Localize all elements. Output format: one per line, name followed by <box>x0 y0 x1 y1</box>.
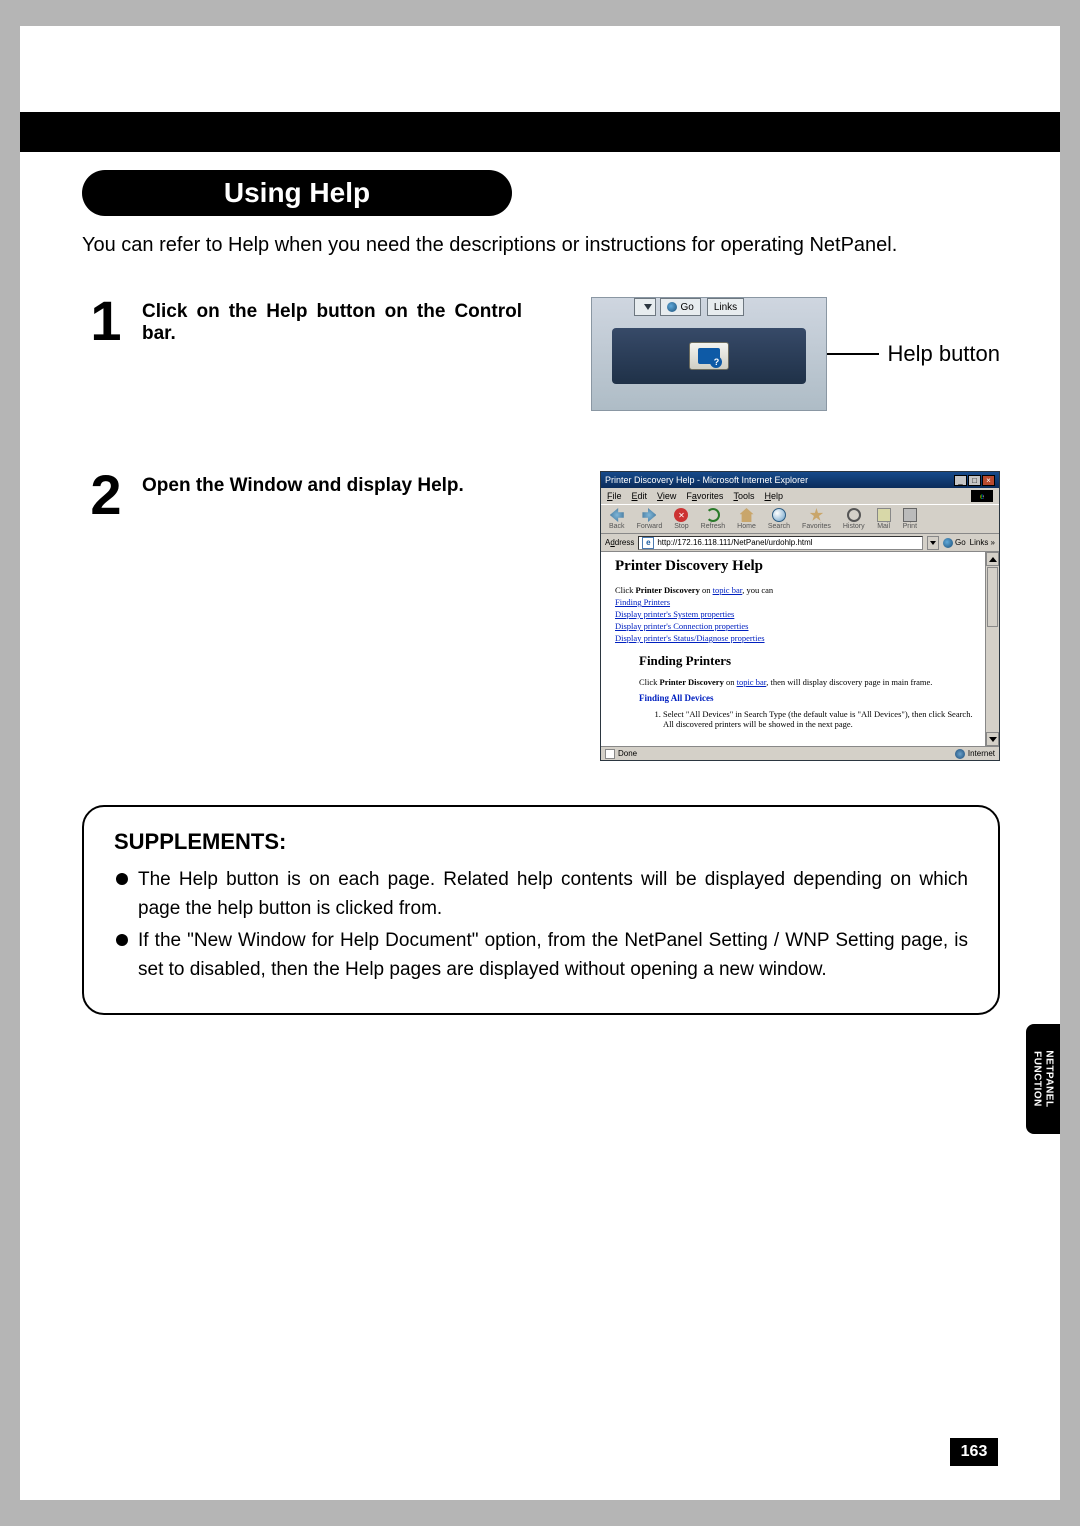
side-tab-line2: FUNCTION <box>1032 1051 1043 1107</box>
search-button[interactable]: Search <box>768 508 790 530</box>
supplements-item: The Help button is on each page. Related… <box>114 865 968 924</box>
history-icon <box>847 508 861 522</box>
stop-button[interactable]: Stop <box>674 508 688 530</box>
window-titlebar: Printer Discovery Help - Microsoft Inter… <box>601 472 999 488</box>
maximize-icon[interactable]: □ <box>968 475 981 486</box>
favorites-button[interactable]: Favorites <box>802 508 831 530</box>
favorites-icon <box>809 508 823 522</box>
menu-file[interactable]: File <box>607 491 622 501</box>
back-icon <box>610 508 624 522</box>
internet-icon <box>955 749 965 759</box>
page-content: Using Help You can refer to Help when yo… <box>82 170 1000 1015</box>
side-tab-line1: NETPANEL <box>1044 1050 1055 1107</box>
callout-label: Help button <box>887 341 1000 367</box>
window-title: Printer Discovery Help - Microsoft Inter… <box>605 475 808 485</box>
go-button[interactable]: Go <box>660 298 700 316</box>
step-2-text: Open the Window and display Help. <box>142 471 502 497</box>
stop-icon <box>674 508 688 522</box>
refresh-icon <box>706 508 720 522</box>
history-button[interactable]: History <box>843 508 865 530</box>
step-2-number: 2 <box>82 471 130 519</box>
menu-tools[interactable]: Tools <box>733 491 754 501</box>
step-1-figure: Go Links Help button <box>591 297 1000 411</box>
address-bar: Address http://172.16.118.111/NetPanel/u… <box>601 534 999 552</box>
help-button[interactable] <box>689 342 729 370</box>
callout-leader <box>827 353 879 355</box>
links-button[interactable]: Links <box>707 298 744 316</box>
supplements-list: The Help button is on each page. Related… <box>114 865 968 985</box>
help-title: Printer Discovery Help <box>615 558 979 575</box>
step-2-figure: Printer Discovery Help - Microsoft Inter… <box>600 471 1000 761</box>
print-button[interactable]: Print <box>903 508 917 530</box>
status-text: Done <box>618 749 637 758</box>
print-icon <box>903 508 917 522</box>
page-number-text: 163 <box>961 1443 988 1461</box>
screenshot-help-window: Printer Discovery Help - Microsoft Inter… <box>600 471 1000 761</box>
home-icon <box>740 508 754 522</box>
menu-view[interactable]: View <box>657 491 676 501</box>
scrollbar[interactable] <box>985 552 999 746</box>
help-link-finding[interactable]: Finding Printers <box>615 597 670 607</box>
refresh-button[interactable]: Refresh <box>701 508 726 530</box>
help-link-system[interactable]: Display printer's System properties <box>615 609 734 619</box>
section-heading: Using Help <box>82 170 512 216</box>
section-heading-text: Using Help <box>224 177 370 209</box>
supplements-box: SUPPLEMENTS: The Help button is on each … <box>82 805 1000 1015</box>
done-icon <box>605 749 615 759</box>
help-para: Click Printer Discovery on topic bar, th… <box>639 677 979 687</box>
search-icon <box>772 508 786 522</box>
address-dropdown-icon[interactable] <box>634 298 656 316</box>
address-label: Address <box>605 538 634 547</box>
help-find-all[interactable]: Finding All Devices <box>639 693 979 703</box>
step-1-text: Click on the Help button on the Control … <box>142 297 522 345</box>
help-subheading: Finding Printers <box>639 653 979 669</box>
mail-icon <box>877 508 891 522</box>
scroll-thumb[interactable] <box>987 567 998 627</box>
toolbar: Back Forward Stop Refresh Home Search Fa… <box>601 504 999 534</box>
help-icon <box>698 348 720 364</box>
menu-edit[interactable]: Edit <box>632 491 648 501</box>
minimize-icon[interactable]: _ <box>954 475 967 486</box>
zone-text: Internet <box>968 749 995 758</box>
side-tab: NETPANEL FUNCTION <box>1026 1024 1060 1134</box>
address-dropdown-icon[interactable] <box>927 536 939 550</box>
forward-icon <box>642 508 656 522</box>
help-link-connection[interactable]: Display printer's Connection properties <box>615 621 749 631</box>
step-1: 1 Click on the Help button on the Contro… <box>82 297 1000 411</box>
step-1-number: 1 <box>82 297 130 345</box>
page-frame: Using Help You can refer to Help when yo… <box>20 26 1060 1500</box>
help-page-body: Printer Discovery Help Click Printer Dis… <box>601 552 999 746</box>
home-button[interactable]: Home <box>737 508 756 530</box>
menu-help[interactable]: Help <box>764 491 783 501</box>
links-button[interactable]: Links <box>970 538 995 547</box>
mail-button[interactable]: Mail <box>877 508 891 530</box>
menu-bar: File Edit View Favorites Tools Help e <box>601 488 999 504</box>
intro-text: You can refer to Help when you need the … <box>82 234 1000 257</box>
back-button[interactable]: Back <box>609 508 625 530</box>
supplements-title: SUPPLEMENTS: <box>114 829 968 855</box>
help-link-status[interactable]: Display printer's Status/Diagnose proper… <box>615 633 765 643</box>
ie-logo-icon: e <box>971 490 993 502</box>
header-bar <box>20 112 1060 152</box>
menu-favorites[interactable]: Favorites <box>686 491 723 501</box>
status-bar: Done Internet <box>601 746 999 760</box>
address-input[interactable]: http://172.16.118.111/NetPanel/urdohlp.h… <box>638 536 923 550</box>
help-lead-text: Click Printer Discovery on topic bar, yo… <box>615 585 979 595</box>
help-list-item: Select "All Devices" in Search Type (the… <box>663 709 979 729</box>
scroll-down-icon[interactable] <box>986 732 999 746</box>
scroll-up-icon[interactable] <box>986 552 999 566</box>
supplements-item: If the "New Window for Help Document" op… <box>114 926 968 985</box>
go-button[interactable]: Go <box>943 538 966 548</box>
close-icon[interactable]: × <box>982 475 995 486</box>
control-bar-panel <box>612 328 806 384</box>
page-number: 163 <box>950 1438 998 1466</box>
screenshot-control-bar: Go Links <box>591 297 827 411</box>
step-2: 2 Open the Window and display Help. Prin… <box>82 471 1000 761</box>
help-ordered-list: Select "All Devices" in Search Type (the… <box>663 709 979 729</box>
forward-button[interactable]: Forward <box>637 508 663 530</box>
